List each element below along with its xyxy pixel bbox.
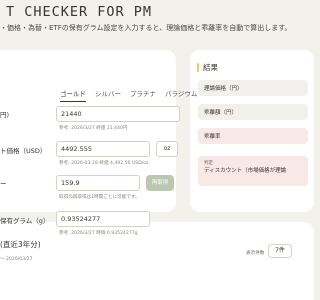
theoretical-price-label: 理論価格（円） <box>204 86 243 92</box>
refetch-button[interactable]: 再取得 <box>146 175 174 191</box>
tab-palladium[interactable]: パラジウム <box>165 88 197 102</box>
diff-amount-box: 乖離額（円） <box>198 104 308 120</box>
verdict-box: 判定 ディスカウント（市場価格が理論 <box>198 156 308 186</box>
gram-label: 保有グラム（g） <box>0 217 50 225</box>
rate-input[interactable]: 159.9 <box>56 175 140 191</box>
fx-input[interactable]: 4492.555 <box>56 141 150 157</box>
verdict-text: ディスカウント（市場価格が理論 <box>204 168 287 174</box>
tab-silver[interactable]: シルバー <box>95 88 121 102</box>
price-input[interactable]: 21440 <box>56 106 180 122</box>
metal-tabs: ゴールド シルバー プラチナ パラジウム <box>60 88 197 102</box>
price-label: 円) <box>0 111 10 119</box>
price-hint: 参考: 2026/3/27 終値 21,440円 <box>59 126 128 131</box>
unit-select[interactable]: oz <box>156 141 178 157</box>
result-heading: 結果 <box>203 63 218 72</box>
result-accent-bar <box>197 63 199 72</box>
page-subtitle: ・価格・為替・ETFの保有グラム設定を入力すると、理論価格と乖離率を自動で算出し… <box>0 24 292 32</box>
history-title: (直近3年分) <box>0 240 41 249</box>
rate-hint: 取得の再取得は1時間ごとに可能です。 <box>59 195 140 200</box>
fx-label: ト価格（USD） <box>0 147 47 155</box>
gram-input[interactable]: 0.93524277 <box>56 211 150 227</box>
gram-hint: 参考: 2026/3/27 時価 0.93524277g <box>59 231 138 236</box>
verdict-label: 判定 <box>204 161 213 166</box>
history-card <box>0 222 314 300</box>
rate-label: ー <box>0 180 7 188</box>
history-date: 〜 2026/03/27 <box>0 257 33 262</box>
tab-gold[interactable]: ゴールド <box>60 88 86 102</box>
page-title: T CHECKER FOR PM <box>6 4 153 20</box>
count-select[interactable]: 7件 <box>268 244 292 258</box>
count-label: 表示件数 <box>246 251 265 256</box>
theoretical-price-box: 理論価格（円） <box>198 80 308 96</box>
diff-rate-box: 乖離率 <box>198 128 308 144</box>
diff-rate-label: 乖離率 <box>204 134 221 140</box>
fx-hint: 参考: 2026-03-28 終値 4,492.56 USD/oz <box>59 161 149 166</box>
tab-platinum[interactable]: プラチナ <box>130 88 156 102</box>
diff-amount-label: 乖離額（円） <box>204 110 238 116</box>
